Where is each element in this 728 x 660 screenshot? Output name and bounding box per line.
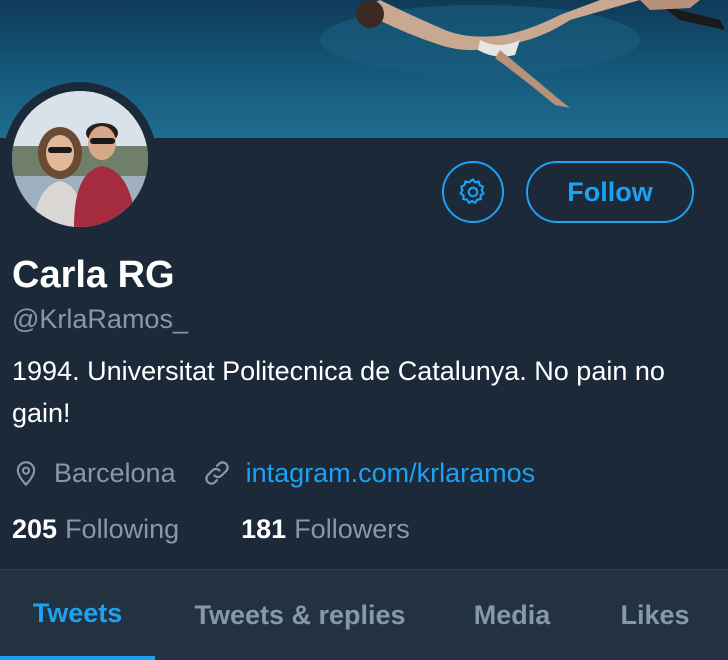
followers-count: 181 — [241, 514, 287, 544]
tab-tweets[interactable]: Tweets — [0, 570, 155, 660]
following-label: Following — [65, 514, 180, 544]
settings-button[interactable] — [442, 161, 504, 223]
profile-stats: 205 Following 181 Followers — [12, 514, 410, 545]
tab-media[interactable]: Media — [452, 570, 572, 660]
following-count: 205 — [12, 514, 58, 544]
follow-button[interactable]: Follow — [526, 161, 694, 223]
profile-handle: @KrlaRamos_ — [12, 304, 188, 334]
profile-location: Barcelona — [54, 457, 176, 488]
profile-bio: 1994. Universitat Politecnica de Catalun… — [12, 356, 665, 428]
location-pin-icon — [12, 458, 40, 488]
profile-website-link[interactable]: intagram.com/krlaramos — [246, 458, 536, 489]
profile-name: Carla RG — [12, 254, 175, 296]
tab-likes[interactable]: Likes — [600, 570, 710, 660]
following-stat[interactable]: 205 Following — [12, 514, 179, 545]
link-icon — [202, 458, 232, 488]
gear-icon — [459, 178, 485, 204]
avatar[interactable] — [12, 91, 148, 227]
tab-tweets-replies[interactable]: Tweets & replies — [170, 570, 430, 660]
profile-tabs: Tweets Tweets & replies Media Likes — [0, 569, 728, 660]
followers-label: Followers — [294, 514, 410, 544]
profile-meta: Barcelona intagram.com/krlaramos — [12, 455, 535, 491]
followers-stat[interactable]: 181 Followers — [241, 514, 410, 545]
